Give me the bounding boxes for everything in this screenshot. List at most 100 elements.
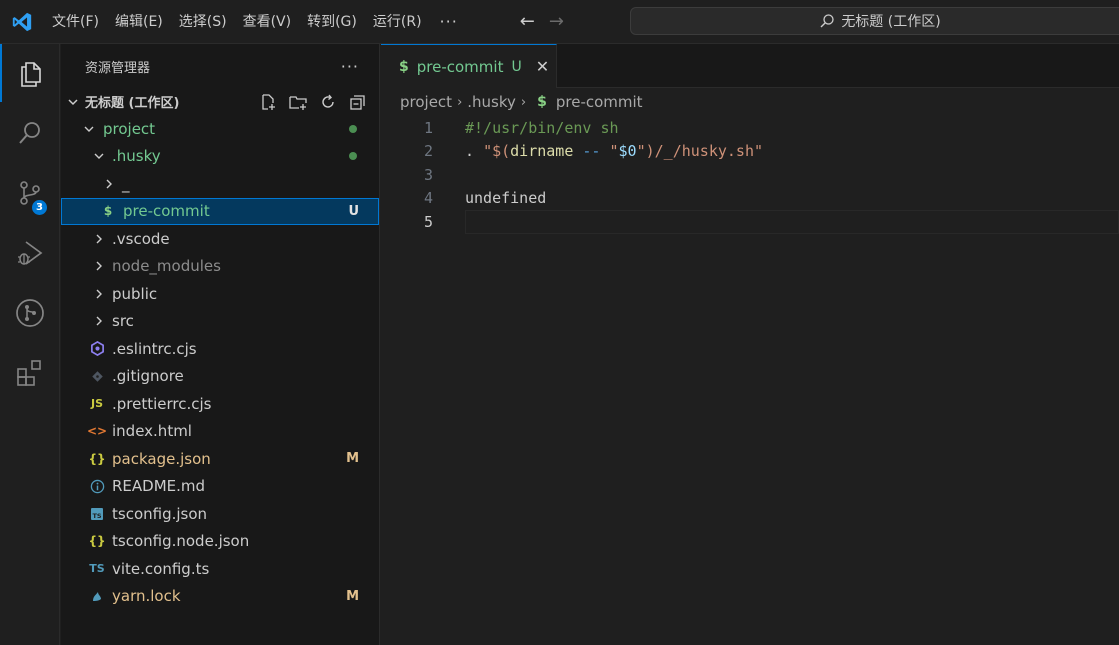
breadcrumb-project[interactable]: project <box>400 93 452 111</box>
close-icon[interactable]: ✕ <box>536 57 549 76</box>
shell-file-icon: $ <box>399 58 409 75</box>
explorer-activity-button[interactable] <box>0 44 60 102</box>
tree-file-vite-config[interactable]: TS vite.config.ts <box>61 555 379 583</box>
chevron-right-icon <box>91 288 107 300</box>
file-tree: project .husky _ $ pre-commit U .vscode … <box>61 115 379 610</box>
extensions-icon <box>17 360 41 386</box>
tree-file-prettierrc[interactable]: JS .prettierrc.cjs <box>61 390 379 418</box>
git-file-icon <box>88 370 106 383</box>
code-token: "$( <box>483 142 511 161</box>
extensions-activity-button[interactable] <box>0 344 60 402</box>
tree-folder-vscode[interactable]: .vscode <box>61 225 379 253</box>
workspace-header[interactable]: 无标题 (工作区) <box>61 88 379 115</box>
sidebar-more-button[interactable]: ··· <box>341 57 359 76</box>
menu-view[interactable]: 查看(V) <box>235 7 300 37</box>
tsconfig-file-icon: TS <box>88 507 106 521</box>
chevron-right-icon: › <box>520 94 527 110</box>
line-number: 3 <box>423 165 433 184</box>
tree-label: vite.config.ts <box>112 559 210 578</box>
back-arrow-icon[interactable]: ← <box>520 11 535 32</box>
tree-label: .gitignore <box>112 367 184 386</box>
files-icon <box>21 62 41 87</box>
search-activity-button[interactable] <box>0 104 60 162</box>
tree-folder-public[interactable]: public <box>61 280 379 308</box>
code-text: . "$(dirname -- "$0")/_/husky.sh" <box>465 142 763 160</box>
search-icon <box>19 122 40 144</box>
eslint-icon <box>88 341 106 357</box>
code-token: dirname <box>510 142 574 161</box>
chevron-right-icon: › <box>457 94 463 110</box>
modified-dot <box>349 152 357 161</box>
shell-file-icon: $ <box>537 94 547 110</box>
code-editor[interactable]: 1 #!/usr/bin/env sh 2 . "$(dirname -- "$… <box>381 116 1119 234</box>
json-file-icon: {} <box>88 534 106 549</box>
code-line: 2 . "$(dirname -- "$0")/_/husky.sh" <box>381 140 1119 164</box>
tree-folder-underscore[interactable]: _ <box>61 170 379 198</box>
tree-label: tsconfig.node.json <box>112 532 250 551</box>
chevron-right-icon <box>91 315 107 327</box>
code-token: $0 <box>618 142 637 161</box>
chevron-right-icon <box>91 233 107 245</box>
collapse-all-icon[interactable] <box>347 91 369 113</box>
tree-folder-husky[interactable]: .husky <box>61 143 379 171</box>
editor-area: $ pre-commit U ✕ project › .husky › $ pr… <box>381 44 1119 645</box>
tree-file-readme[interactable]: README.md <box>61 473 379 501</box>
forward-arrow-icon[interactable]: → <box>549 11 564 32</box>
tree-file-yarn-lock[interactable]: yarn.lock M <box>61 583 379 611</box>
tree-file-index-html[interactable]: <> index.html <box>61 418 379 446</box>
tree-folder-project[interactable]: project <box>61 115 379 143</box>
tab-label: pre-commit <box>416 57 504 76</box>
chevron-down-icon <box>91 150 107 162</box>
menu-selection[interactable]: 选择(S) <box>171 7 235 37</box>
tree-label: public <box>112 284 158 303</box>
tree-file-package-json[interactable]: {} package.json M <box>61 445 379 473</box>
run-debug-icon <box>18 241 43 265</box>
title-bar: 文件(F) 编辑(E) 选择(S) 查看(V) 转到(G) 运行(R) ··· … <box>0 0 1119 44</box>
menu-edit[interactable]: 编辑(E) <box>107 7 171 37</box>
new-folder-icon[interactable] <box>287 91 309 113</box>
tree-file-tsconfig-node[interactable]: {} tsconfig.node.json <box>61 528 379 556</box>
menu-goto[interactable]: 转到(G) <box>299 7 365 37</box>
line-number: 4 <box>423 189 433 208</box>
run-debug-activity-button[interactable] <box>0 224 60 282</box>
workspace-actions <box>257 91 369 113</box>
source-control-activity-button[interactable]: 3 <box>0 164 60 222</box>
tree-label: .husky <box>112 147 161 166</box>
untracked-badge: U <box>348 203 359 219</box>
line-number: 1 <box>423 118 433 137</box>
tree-label: node_modules <box>112 257 221 276</box>
line-number: 2 <box>423 142 433 161</box>
remote-explorer-activity-button[interactable] <box>0 284 60 342</box>
tree-folder-src[interactable]: src <box>61 308 379 336</box>
code-line: 4 undefined <box>381 187 1119 211</box>
new-file-icon[interactable] <box>257 91 279 113</box>
tab-pre-commit[interactable]: $ pre-commit U ✕ <box>381 44 557 88</box>
vscode-logo-icon[interactable] <box>0 0 44 44</box>
editor-tabs: $ pre-commit U ✕ <box>381 44 1119 88</box>
code-line: 1 #!/usr/bin/env sh <box>381 116 1119 140</box>
chevron-down-icon <box>68 98 78 105</box>
tree-file-pre-commit[interactable]: $ pre-commit U <box>61 197 379 225</box>
breadcrumb: project › .husky › $ pre-commit <box>381 88 1119 116</box>
javascript-file-icon: JS <box>90 397 103 411</box>
breadcrumb-pre-commit[interactable]: pre-commit <box>556 93 643 111</box>
tree-file-gitignore[interactable]: .gitignore <box>61 363 379 391</box>
refresh-icon[interactable] <box>317 91 339 113</box>
code-token: )/_/husky.sh" <box>645 142 764 161</box>
code-line: 3 <box>381 163 1119 187</box>
breadcrumb-husky[interactable]: .husky <box>467 93 516 111</box>
menu-file[interactable]: 文件(F) <box>44 7 107 37</box>
tree-folder-node-modules[interactable]: node_modules <box>61 253 379 281</box>
svg-text:TS: TS <box>92 512 101 520</box>
navigation-arrows: ← → <box>520 11 564 32</box>
code-text: #!/usr/bin/env sh <box>465 118 619 137</box>
tree-file-tsconfig[interactable]: TS tsconfig.json <box>61 500 379 528</box>
menu-more-button[interactable]: ··· <box>430 7 468 37</box>
menu-bar: 文件(F) 编辑(E) 选择(S) 查看(V) 转到(G) 运行(R) ··· <box>44 0 468 44</box>
explorer-sidebar: 资源管理器 ··· 无标题 (工作区) project .husky _ $ p… <box>61 44 380 645</box>
menu-run[interactable]: 运行(R) <box>365 7 430 37</box>
command-center-search[interactable]: 无标题 (工作区) <box>630 7 1119 35</box>
modified-badge: M <box>346 588 359 604</box>
tree-file-eslintrc[interactable]: .eslintrc.cjs <box>61 335 379 363</box>
modified-badge: M <box>346 451 359 467</box>
